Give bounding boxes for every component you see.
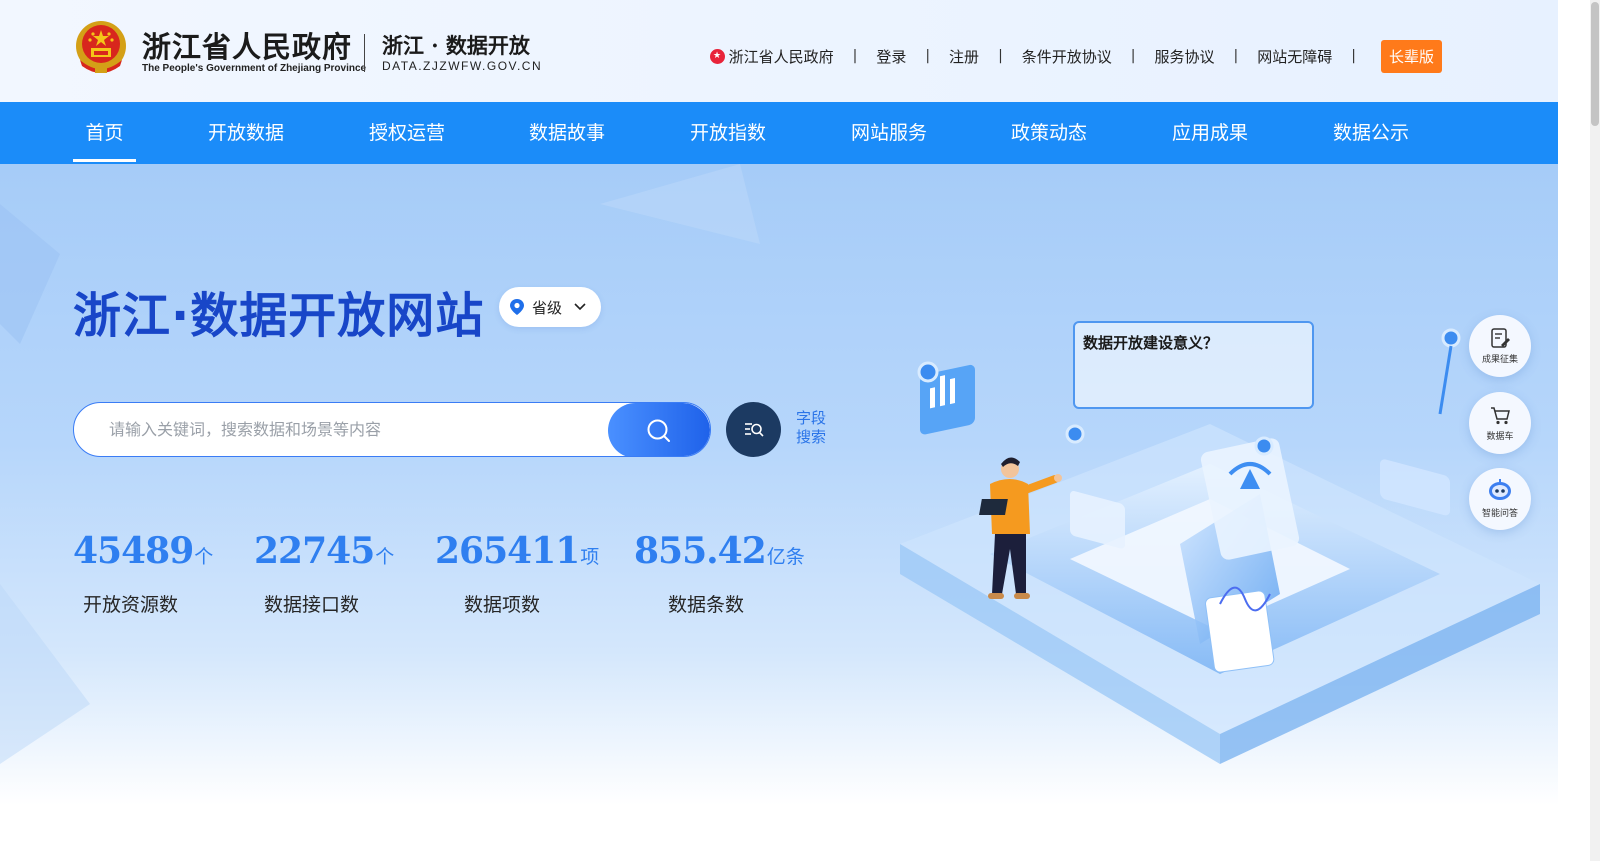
stat-label: 开放资源数 [83,594,179,616]
nav-data-stories[interactable]: 数据故事 [517,102,617,164]
location-pin-icon [510,299,524,315]
search-icon [647,419,670,442]
scrollbar-thumb[interactable] [1591,2,1599,126]
stat-unit: 项 [580,546,600,568]
robot-icon [1489,479,1511,500]
stat-unit: 亿条 [766,546,805,568]
stat-value: 855.42 [634,530,767,572]
search-box [73,402,711,457]
nav-authorized-ops[interactable]: 授权运营 [357,102,457,164]
stat-label: 数据条数 [668,594,745,616]
chevron-down-icon [574,303,586,311]
stat-unit: 个 [194,546,214,568]
nav-site-services[interactable]: 网站服务 [839,102,939,164]
stat-label: 数据项数 [464,594,541,616]
nav-applications[interactable]: 应用成果 [1160,102,1260,164]
gov-name-en: The People's Government of Zhejiang Prov… [142,63,367,74]
nav-data-disclosure[interactable]: 数据公示 [1321,102,1421,164]
national-emblem-icon [76,21,126,73]
side-tool-label: 智能问答 [1481,509,1518,519]
nav-open-index[interactable]: 开放指数 [678,102,778,164]
field-search-button[interactable] [726,402,781,457]
stat-data-items: 265411项 数据项数 [435,530,600,616]
link-separator: | [1351,48,1356,64]
stat-open-resources: 45489个 开放资源数 [73,530,214,616]
bubble-text: 数据开放建设意义？ [1083,334,1219,352]
cart-icon [1491,407,1510,425]
region-selector[interactable]: 省级 [499,287,601,327]
info-bubble[interactable]: 数据开放建设意义？ [1073,321,1314,409]
edit-doc-icon [1491,328,1510,348]
hero-banner: 浙江·数据开放网站 省级 字段搜索 45489个 开放 [0,164,1558,861]
page-scrollbar[interactable] [1590,0,1600,861]
gov-star-icon: ★ [709,48,725,64]
search-button[interactable] [608,403,710,456]
stat-value: 22745 [254,530,375,572]
field-search-icon [744,422,764,437]
login-link[interactable]: 登录 [876,46,906,67]
search-input[interactable] [74,403,610,456]
link-gov[interactable]: 浙江省人民政府 [729,46,834,67]
link-separator: | [998,48,1003,64]
stat-data-records: 855.42亿条 数据条数 [634,530,805,616]
hero-title: 浙江·数据开放网站 [73,288,485,344]
register-link[interactable]: 注册 [949,46,979,67]
link-separator: | [1130,48,1136,64]
stat-value: 45489 [73,530,194,572]
smart-qa-button[interactable]: 智能问答 [1469,468,1531,530]
nav-policy-news[interactable]: 政策动态 [999,102,1099,164]
stat-unit: 个 [375,546,395,568]
service-agreement-link[interactable]: 服务协议 [1155,46,1215,67]
stat-data-interfaces: 22745个 数据接口数 [254,530,395,616]
link-separator: | [1233,48,1239,64]
nav-open-data[interactable]: 开放数据 [196,102,296,164]
nav-home[interactable]: 首页 [73,102,136,164]
side-tool-label: 成果征集 [1481,355,1518,365]
link-separator: | [852,48,858,64]
stat-value: 265411 [435,530,580,572]
achievement-collection-button[interactable]: 成果征集 [1469,315,1531,377]
site-domain: DATA.ZJZWFW.GOV.CN [382,59,543,73]
accessibility-link[interactable]: 网站无障碍 [1257,46,1332,67]
top-links: ★ 浙江省人民政府 | 登录 | 注册 | 条件开放协议 | 服务协议 | 网站… [709,39,1442,73]
site-name: 浙江 · 数据开放 [382,33,530,58]
main-nav: 首页 开放数据 授权运营 数据故事 开放指数 网站服务 政策动态 应用成果 数据… [0,102,1558,164]
elder-mode-button[interactable]: 长辈版 [1380,39,1442,73]
logo-divider [364,34,365,72]
data-cart-button[interactable]: 数据车 [1469,392,1531,454]
top-header: 浙江省人民政府 The People's Government of Zheji… [0,0,1558,102]
side-tool-label: 数据车 [1486,432,1514,442]
stat-label: 数据接口数 [264,594,360,616]
link-separator: | [925,48,931,64]
region-label: 省级 [532,298,563,317]
gov-name: 浙江省人民政府 [142,30,353,64]
conditional-agreement-link[interactable]: 条件开放协议 [1022,46,1112,67]
field-search-label[interactable]: 字段搜索 [796,409,830,447]
